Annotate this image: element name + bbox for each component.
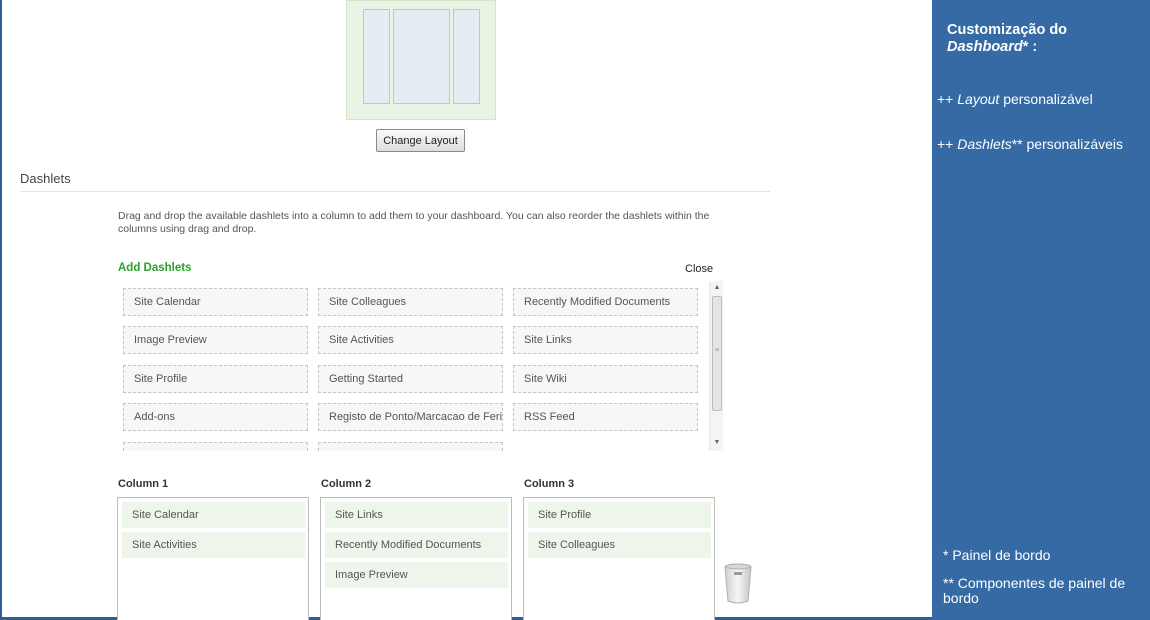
annotation-title-line1: Customização do [947,22,1068,38]
line-prefix: ++ [937,91,954,107]
available-dashlet[interactable]: Image Preview [123,326,308,354]
scrollbar-thumb[interactable]: ≡ [712,296,722,411]
available-dashlet[interactable]: Getting Started [318,365,503,393]
column-1-dashlet[interactable]: Site Calendar [122,502,305,528]
available-dashlet[interactable]: RSS Feed [513,403,698,431]
available-dashlet[interactable]: Site Profile [123,365,308,393]
column-2-dashlet[interactable]: Image Preview [325,562,508,588]
change-layout-button[interactable]: Change Layout [376,129,465,152]
column-2-title: Column 2 [321,478,372,490]
annotation-title-suffix: * : [1022,39,1038,55]
available-dashlet[interactable]: Site Calendar [123,288,308,316]
line-italic: Dashlets [957,136,1012,152]
available-dashlet[interactable]: Add-ons [123,403,308,431]
scroll-up-icon[interactable]: ▲ [710,282,724,294]
available-dashlet[interactable]: Registo de Ponto/Marcacao de Ferias [318,403,503,431]
column-1-dashlet[interactable]: Site Activities [122,532,305,558]
annotation-panel: Customização do Dashboard* : ++ Layout p… [932,0,1150,620]
column-3-dropzone[interactable]: Site Profile Site Colleagues [523,497,715,620]
column-3-title: Column 3 [524,478,575,490]
layout-column-2-preview [393,9,450,104]
footnote-2: ** Componentes de painel de bordo [943,575,1126,606]
column-1-dropzone[interactable]: Site Calendar Site Activities [117,497,309,620]
column-2-dashlet[interactable]: Recently Modified Documents [325,532,508,558]
column-2-dashlet[interactable]: Site Links [325,502,508,528]
section-divider [20,191,770,192]
available-dashlet[interactable]: Site Wiki [513,365,698,393]
layout-thumbnail [346,0,496,120]
column-3-dashlet[interactable]: Site Profile [528,502,711,528]
available-dashlet-partial[interactable] [318,442,503,451]
footnote-1: * Painel de bordo [943,547,1051,563]
annotation-dashlets-line: ++ Dashlets** personalizáveis [937,136,1123,152]
scroll-grip-icon: ≡ [715,347,720,354]
layout-column-1-preview [363,9,390,104]
available-dashlet-partial[interactable] [123,442,308,451]
column-2-dropzone[interactable]: Site Links Recently Modified Documents I… [320,497,512,620]
dashlets-instructions: Drag and drop the available dashlets int… [118,210,710,235]
line-rest: personalizável [1003,91,1093,107]
close-link[interactable]: Close [685,263,713,275]
add-dashlets-title: Add Dashlets [118,262,192,274]
annotation-title: Customização do Dashboard* : [947,22,1067,56]
scroll-down-icon[interactable]: ▼ [710,437,724,449]
column-1-title: Column 1 [118,478,169,490]
available-dashlet[interactable]: Site Links [513,326,698,354]
layout-column-3-preview [453,9,480,104]
trash-icon[interactable] [723,562,753,604]
available-dashlet[interactable]: Site Colleagues [318,288,503,316]
available-dashlet[interactable]: Site Activities [318,326,503,354]
dashlets-section-title: Dashlets [20,171,71,186]
annotation-title-italic: Dashboard [947,39,1023,55]
column-3-dashlet[interactable]: Site Colleagues [528,532,711,558]
annotation-layout-line: ++ Layout personalizável [937,91,1093,107]
dashlets-scrollbar[interactable]: ▲ ≡ ▼ [709,281,723,451]
line-italic: Layout [957,91,1000,107]
available-dashlet[interactable]: Recently Modified Documents [513,288,698,316]
line-prefix: ++ [937,136,954,152]
line-rest: ** personalizáveis [1011,136,1124,152]
